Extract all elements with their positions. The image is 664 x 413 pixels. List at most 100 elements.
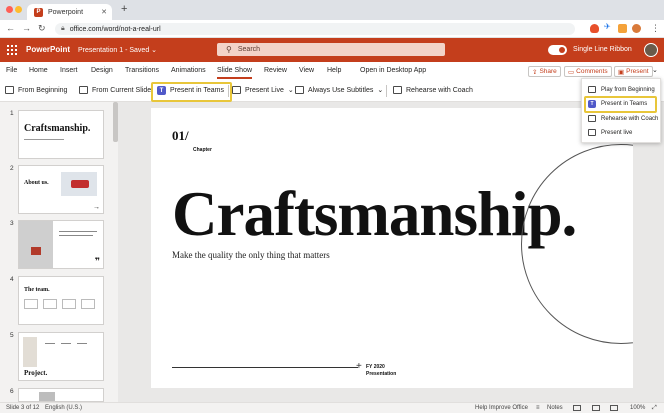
slide-chapter-number: 01/ [172, 128, 189, 143]
rehearse-with-coach-button[interactable]: Rehearse with Coach [393, 86, 473, 94]
subtitles-icon [295, 86, 304, 94]
brave-shield-icon[interactable] [590, 24, 599, 33]
decorative-circle [521, 144, 633, 344]
comments-label: Comments [576, 68, 608, 75]
thumb-title: The team. [24, 287, 50, 293]
ribbon: From Beginning From Current Slide T Pres… [0, 80, 664, 102]
url-field[interactable]: 🔒︎ office.com/word/not-a-real-url [55, 23, 575, 35]
slide-thumbnail-1[interactable]: Craftsmanship. [18, 110, 104, 159]
slide-title: Craftsmanship. [172, 179, 577, 249]
slide-divider-line [172, 367, 358, 368]
browser-menu-icon[interactable]: ⋮ [651, 23, 660, 34]
user-avatar[interactable] [644, 43, 658, 57]
menu-item-present-live[interactable]: Present live [588, 129, 632, 136]
thumb-number: 1 [10, 110, 14, 117]
subtitles-label: Always Use Subtitles [308, 86, 374, 94]
slide-sorter-icon[interactable] [592, 405, 600, 411]
rehearse-label: Rehearse with Coach [406, 86, 473, 94]
rehearse-icon [588, 115, 596, 122]
slideshow-icon [5, 86, 14, 94]
address-bar: ← → ↻ 🔒︎ office.com/word/not-a-real-url … [0, 20, 664, 38]
tab-close-icon[interactable]: ✕ [101, 8, 107, 16]
present-icon: ▣ [618, 68, 625, 76]
slide-thumbnail-3[interactable]: ❞ [18, 220, 104, 269]
present-button[interactable]: ▣ Present [614, 66, 653, 77]
slide-thumbnail-2[interactable]: About us. → [18, 165, 104, 214]
office-header: PowerPoint Presentation 1 - Saved ⌄ ⚲ Se… [0, 38, 664, 62]
slide-thumbnail-5[interactable]: Project. [18, 332, 104, 381]
extension-icon-orange[interactable] [618, 24, 627, 33]
tab-title: Powerpoint [48, 8, 84, 16]
share-icon: ⇪ [532, 68, 538, 76]
tab-file[interactable]: File [6, 67, 17, 74]
present-chevron-down-icon[interactable]: ⌄ [652, 66, 658, 74]
zoom-level[interactable]: 100% [630, 405, 645, 411]
thumb-number: 3 [10, 220, 14, 227]
slide-count: Slide 3 of 12 [6, 405, 40, 411]
profile-icon[interactable] [632, 24, 641, 33]
from-current-slide-button[interactable]: From Current Slide [79, 86, 151, 94]
minimize-window-button[interactable] [15, 6, 22, 13]
help-improve-office[interactable]: Help Improve Office [475, 405, 528, 411]
open-in-desktop-app[interactable]: Open in Desktop App [360, 67, 426, 74]
status-bar: Slide 3 of 12 English (U.S.) Help Improv… [0, 402, 664, 413]
slide-fiscal-year: FY 2020 [366, 364, 385, 370]
present-live-label: Present Live [245, 86, 284, 94]
extension-icon[interactable]: ✈ [604, 22, 613, 31]
menu-item-label: Present live [601, 129, 633, 136]
new-tab-button[interactable]: + [121, 3, 127, 15]
browser-tab[interactable]: P Powerpoint ✕ [27, 4, 112, 20]
present-live-icon [232, 86, 241, 94]
tab-insert[interactable]: Insert [60, 67, 78, 74]
notes-icon[interactable]: ≡ [536, 405, 540, 411]
forward-arrow-icon[interactable]: → [22, 23, 31, 33]
close-window-button[interactable] [6, 6, 13, 13]
language-indicator[interactable]: English (U.S.) [45, 405, 82, 411]
app-launcher-icon[interactable] [7, 45, 17, 55]
arrow-right-icon: → [93, 204, 100, 211]
always-use-subtitles-button[interactable]: Always Use Subtitles ⌄ [295, 86, 383, 94]
tab-home[interactable]: Home [29, 67, 48, 74]
menu-item-rehearse-with-coach[interactable]: Rehearse with Coach [588, 115, 658, 122]
ribbon-highlight-box [151, 82, 232, 102]
menu-item-play-from-beginning[interactable]: Play from Beginning [588, 86, 655, 93]
search-box[interactable]: ⚲ Search [217, 43, 445, 56]
fit-to-window-icon[interactable]: ⤢ [652, 405, 657, 412]
chevron-down-icon: ⌄ [287, 87, 294, 94]
from-current-label: From Current Slide [92, 86, 152, 94]
back-arrow-icon[interactable]: ← [6, 23, 15, 33]
rehearse-icon [393, 86, 402, 94]
share-button[interactable]: ⇪ Share [528, 66, 561, 77]
normal-view-icon[interactable] [573, 405, 581, 411]
present-live-button[interactable]: Present Live ⌄ [232, 86, 294, 94]
menu-bar: File Home Insert Design Transitions Anim… [0, 62, 664, 80]
tab-slide-show[interactable]: Slide Show [217, 67, 252, 74]
current-slide[interactable]: 01/ Chapter Craftsmanship. Make the qual… [151, 108, 633, 388]
app-name[interactable]: PowerPoint [26, 45, 70, 54]
document-name[interactable]: Presentation 1 - Saved ⌄ [78, 46, 157, 54]
slide-thumbnail-6[interactable] [18, 388, 104, 402]
slide-thumbnail-4[interactable]: The team. [18, 276, 104, 325]
tab-transitions[interactable]: Transitions [125, 67, 159, 74]
tab-help[interactable]: Help [327, 67, 341, 74]
notes-button[interactable]: Notes [547, 405, 563, 411]
thumb-number: 5 [10, 332, 14, 339]
tab-animations[interactable]: Animations [171, 67, 206, 74]
powerpoint-logo-icon: P [34, 7, 43, 17]
reload-icon[interactable]: ↻ [38, 23, 46, 34]
tab-view[interactable]: View [299, 67, 314, 74]
single-line-ribbon-toggle[interactable] [548, 45, 567, 55]
slide-thumbnail-pane: 1 Craftsmanship. 2 About us. → 3 ❞ 4 The… [0, 102, 118, 402]
slide-chapter-label: Chapter [193, 147, 212, 153]
quote-icon: ❞ [94, 256, 100, 266]
tab-design[interactable]: Design [91, 67, 113, 74]
from-beginning-label: From Beginning [18, 86, 68, 94]
from-beginning-button[interactable]: From Beginning [5, 86, 67, 94]
browser-tab-strip: P Powerpoint ✕ + [0, 0, 664, 20]
document-name-text: Presentation 1 - Saved [78, 47, 150, 54]
comments-button[interactable]: ▭ Comments [564, 66, 612, 77]
search-placeholder: Search [237, 46, 261, 53]
tab-review[interactable]: Review [264, 67, 287, 74]
thumb-number: 6 [10, 388, 14, 395]
reading-view-icon[interactable] [610, 405, 618, 411]
